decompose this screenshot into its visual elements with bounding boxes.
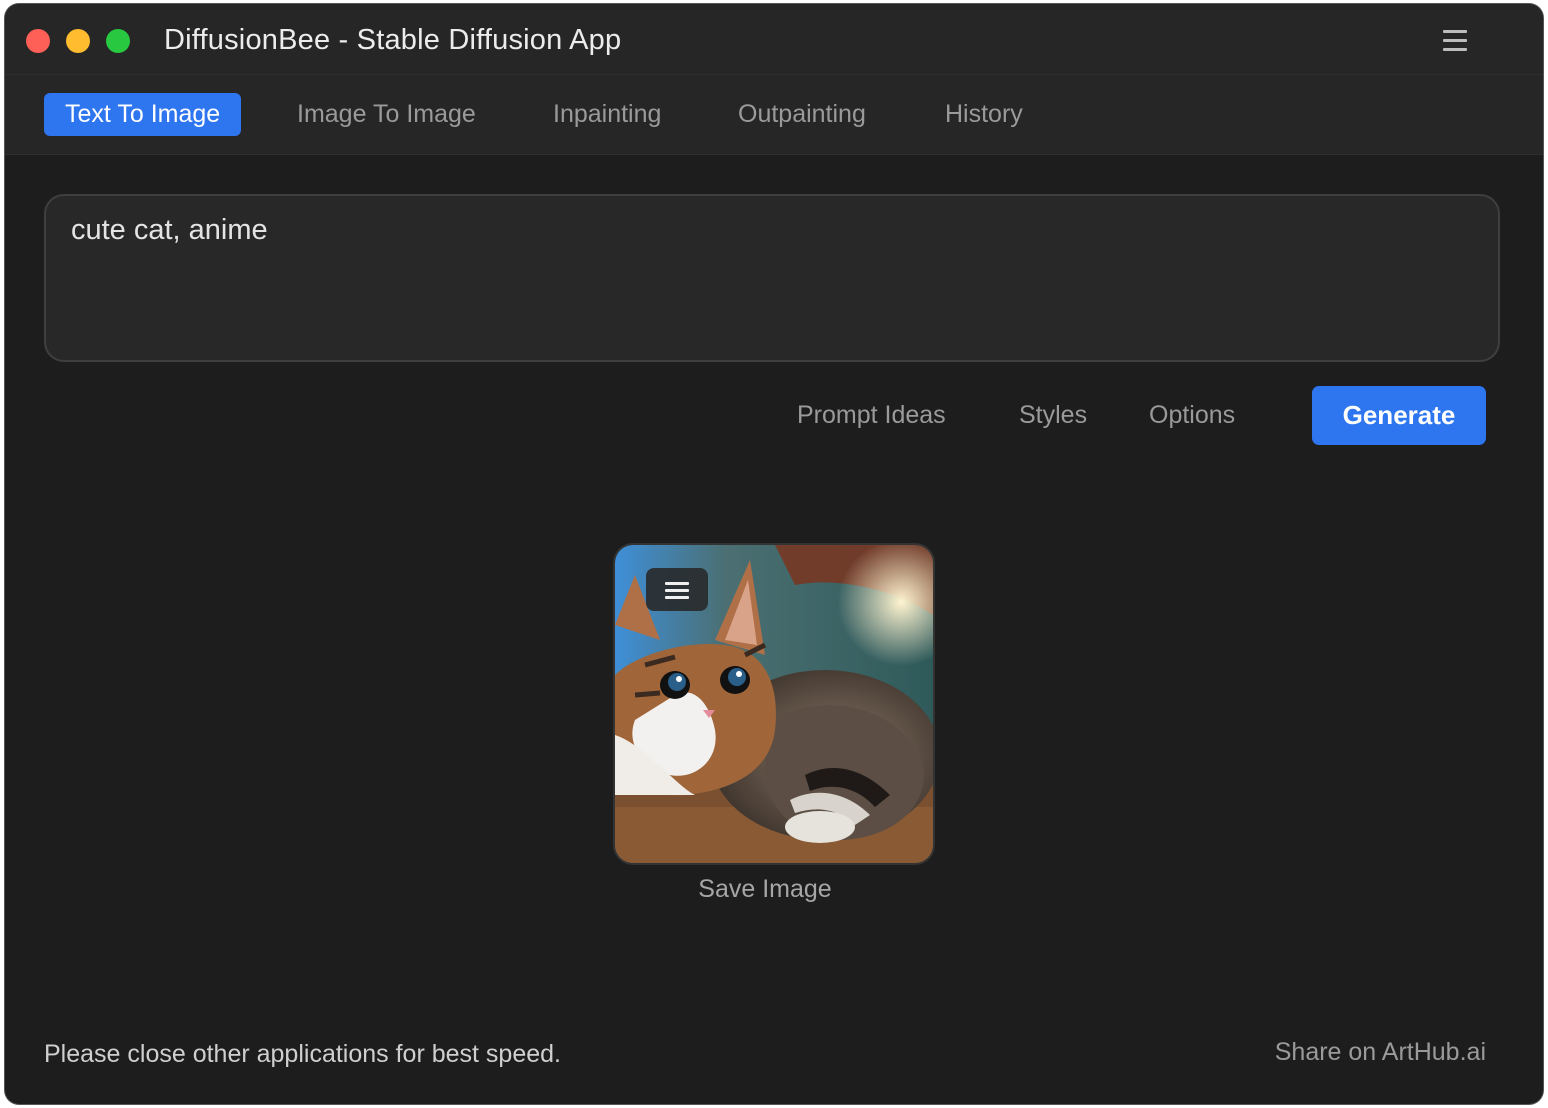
tab-history[interactable]: History	[924, 93, 1044, 136]
tab-inpainting[interactable]: Inpainting	[532, 93, 682, 136]
close-window-button[interactable]	[26, 29, 50, 53]
hamburger-menu-icon	[665, 582, 689, 599]
title-bar: DiffusionBee - Stable Diffusion App	[5, 4, 1543, 74]
minimize-window-button[interactable]	[66, 29, 90, 53]
maximize-window-button[interactable]	[106, 29, 130, 53]
generated-image[interactable]	[615, 545, 933, 863]
tab-bar: Text To Image Image To Image Inpainting …	[5, 74, 1543, 155]
tab-text-to-image[interactable]: Text To Image	[44, 93, 242, 136]
tab-image-to-image[interactable]: Image To Image	[276, 93, 497, 136]
app-menu-icon[interactable]	[1443, 30, 1467, 51]
save-image-button[interactable]: Save Image	[615, 875, 915, 904]
generate-button[interactable]: Generate	[1312, 386, 1486, 445]
status-message: Please close other applications for best…	[44, 1040, 561, 1068]
styles-button[interactable]: Styles	[1019, 401, 1087, 430]
tab-outpainting[interactable]: Outpainting	[717, 93, 887, 136]
window-title: DiffusionBee - Stable Diffusion App	[164, 24, 622, 56]
options-button[interactable]: Options	[1149, 401, 1235, 430]
share-arthub-link[interactable]: Share on ArtHub.ai	[1275, 1038, 1486, 1067]
prompt-input[interactable]: cute cat, anime	[44, 194, 1500, 362]
prompt-ideas-button[interactable]: Prompt Ideas	[797, 401, 946, 430]
image-menu-button[interactable]	[646, 568, 708, 611]
app-window: DiffusionBee - Stable Diffusion App Text…	[5, 4, 1543, 1104]
prompt-text: cute cat, anime	[71, 214, 268, 246]
